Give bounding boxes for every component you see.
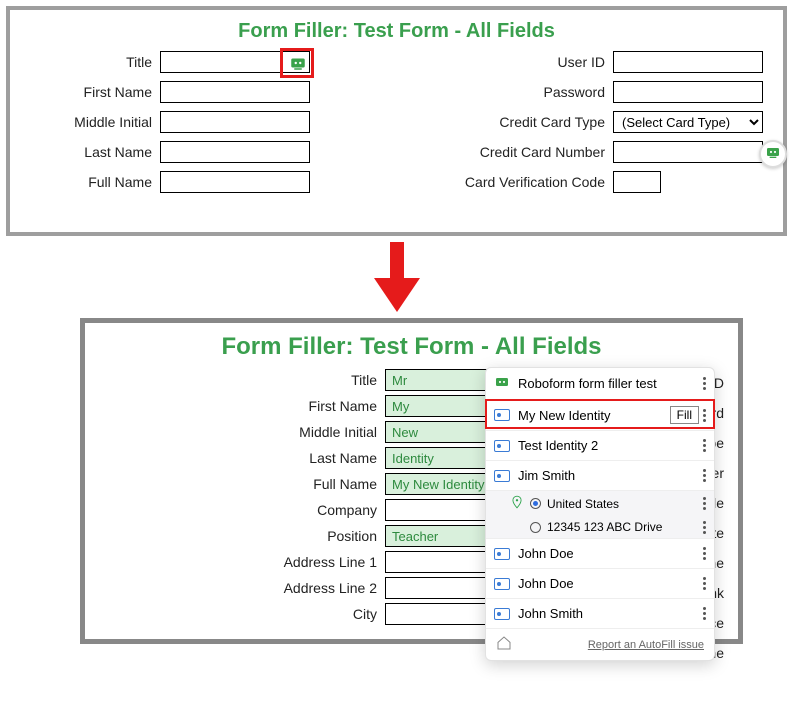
identity-name: Test Identity 2	[518, 438, 598, 453]
identity-icon	[494, 440, 510, 452]
location-pin-icon	[510, 495, 524, 512]
full-name-input[interactable]	[160, 171, 310, 193]
identity-item[interactable]: John Doe	[486, 569, 714, 599]
kebab-icon[interactable]	[703, 521, 706, 534]
label-first-name: First Name	[30, 84, 160, 100]
identity-icon	[494, 548, 510, 560]
field-label: Full Name	[145, 476, 385, 492]
identity-item[interactable]: Jim Smith	[486, 461, 714, 491]
label-password: Password	[443, 84, 613, 100]
last-name-input[interactable]	[160, 141, 310, 163]
label-user-id: User ID	[443, 54, 613, 70]
top-form-left: Title First Name Middle Initial Last Nam…	[30, 47, 310, 197]
kebab-icon[interactable]	[703, 607, 706, 620]
top-panel: Form Filler: Test Form - All Fields Titl…	[6, 6, 787, 236]
top-form: Title First Name Middle Initial Last Nam…	[10, 47, 783, 211]
top-form-right: User ID Password Credit Card Type (Selec…	[443, 47, 763, 197]
kebab-icon[interactable]	[703, 377, 706, 390]
first-name-input[interactable]	[160, 81, 310, 103]
roboform-icon	[765, 144, 781, 165]
roboform-badge[interactable]	[759, 140, 787, 168]
field-label: Title	[145, 372, 385, 388]
sub-item-label: United States	[547, 497, 619, 511]
identity-sub-list: United States 12345 123 ABC Drive	[486, 491, 714, 539]
label-cvc: Card Verification Code	[443, 174, 613, 190]
identity-name: John Doe	[518, 546, 574, 561]
identity-item[interactable]: Test Identity 2	[486, 431, 714, 461]
identity-name: John Doe	[518, 576, 574, 591]
label-last-name: Last Name	[30, 144, 160, 160]
middle-initial-input[interactable]	[160, 111, 310, 133]
card-type-select[interactable]: (Select Card Type)	[613, 111, 763, 133]
identity-name: My New Identity	[518, 408, 610, 423]
field-label: Address Line 1	[145, 554, 385, 570]
kebab-icon[interactable]	[703, 469, 706, 482]
identity-name: John Smith	[518, 606, 583, 621]
kebab-icon[interactable]	[703, 547, 706, 560]
popup-header-text: Roboform form filler test	[518, 376, 657, 391]
label-full-name: Full Name	[30, 174, 160, 190]
kebab-icon[interactable]	[703, 409, 706, 422]
label-title: Title	[30, 54, 160, 70]
kebab-icon[interactable]	[703, 577, 706, 590]
label-middle-initial: Middle Initial	[30, 114, 160, 130]
arrow-down	[0, 242, 793, 312]
field-label: Position	[145, 528, 385, 544]
kebab-icon[interactable]	[703, 497, 706, 510]
radio-icon[interactable]	[530, 498, 541, 509]
fill-button[interactable]: Fill	[670, 406, 699, 424]
identity-sub-item[interactable]: 12345 123 ABC Drive	[486, 516, 714, 538]
radio-icon[interactable]	[530, 522, 541, 533]
identity-icon	[494, 608, 510, 620]
field-label: Company	[145, 502, 385, 518]
identity-item[interactable]: John Smith	[486, 599, 714, 629]
page-title-2: Form Filler: Test Form - All Fields	[85, 323, 738, 365]
cvc-input[interactable]	[613, 171, 661, 193]
label-card-number: Credit Card Number	[443, 144, 613, 160]
card-number-input[interactable]	[613, 141, 763, 163]
identity-icon	[494, 470, 510, 482]
home-icon[interactable]	[496, 635, 512, 654]
report-issue-link[interactable]: Report an AutoFill issue	[588, 639, 704, 651]
roboform-icon	[494, 374, 510, 393]
field-label: City	[145, 606, 385, 622]
password-input[interactable]	[613, 81, 763, 103]
roboform-field-icon[interactable]	[288, 53, 308, 73]
page-title: Form Filler: Test Form - All Fields	[10, 10, 783, 47]
identity-icon	[494, 409, 510, 421]
popup-header: Roboform form filler test	[486, 368, 714, 400]
user-id-input[interactable]	[613, 51, 763, 73]
field-label: Last Name	[145, 450, 385, 466]
autofill-popup[interactable]: Roboform form filler test My New Identit…	[485, 367, 715, 661]
field-label: Address Line 2	[145, 580, 385, 596]
identity-name: Jim Smith	[518, 468, 575, 483]
identity-item[interactable]: My New Identity Fill	[486, 400, 714, 431]
identity-icon	[494, 578, 510, 590]
bottom-panel: Form Filler: Test Form - All Fields Titl…	[80, 318, 743, 644]
identity-sub-item[interactable]: United States	[486, 491, 714, 516]
popup-footer: Report an AutoFill issue	[486, 629, 714, 660]
identity-item[interactable]: John Doe	[486, 539, 714, 569]
label-card-type: Credit Card Type	[443, 114, 613, 130]
field-label: First Name	[145, 398, 385, 414]
kebab-icon[interactable]	[703, 439, 706, 452]
field-label: Middle Initial	[145, 424, 385, 440]
sub-item-label: 12345 123 ABC Drive	[547, 520, 662, 534]
